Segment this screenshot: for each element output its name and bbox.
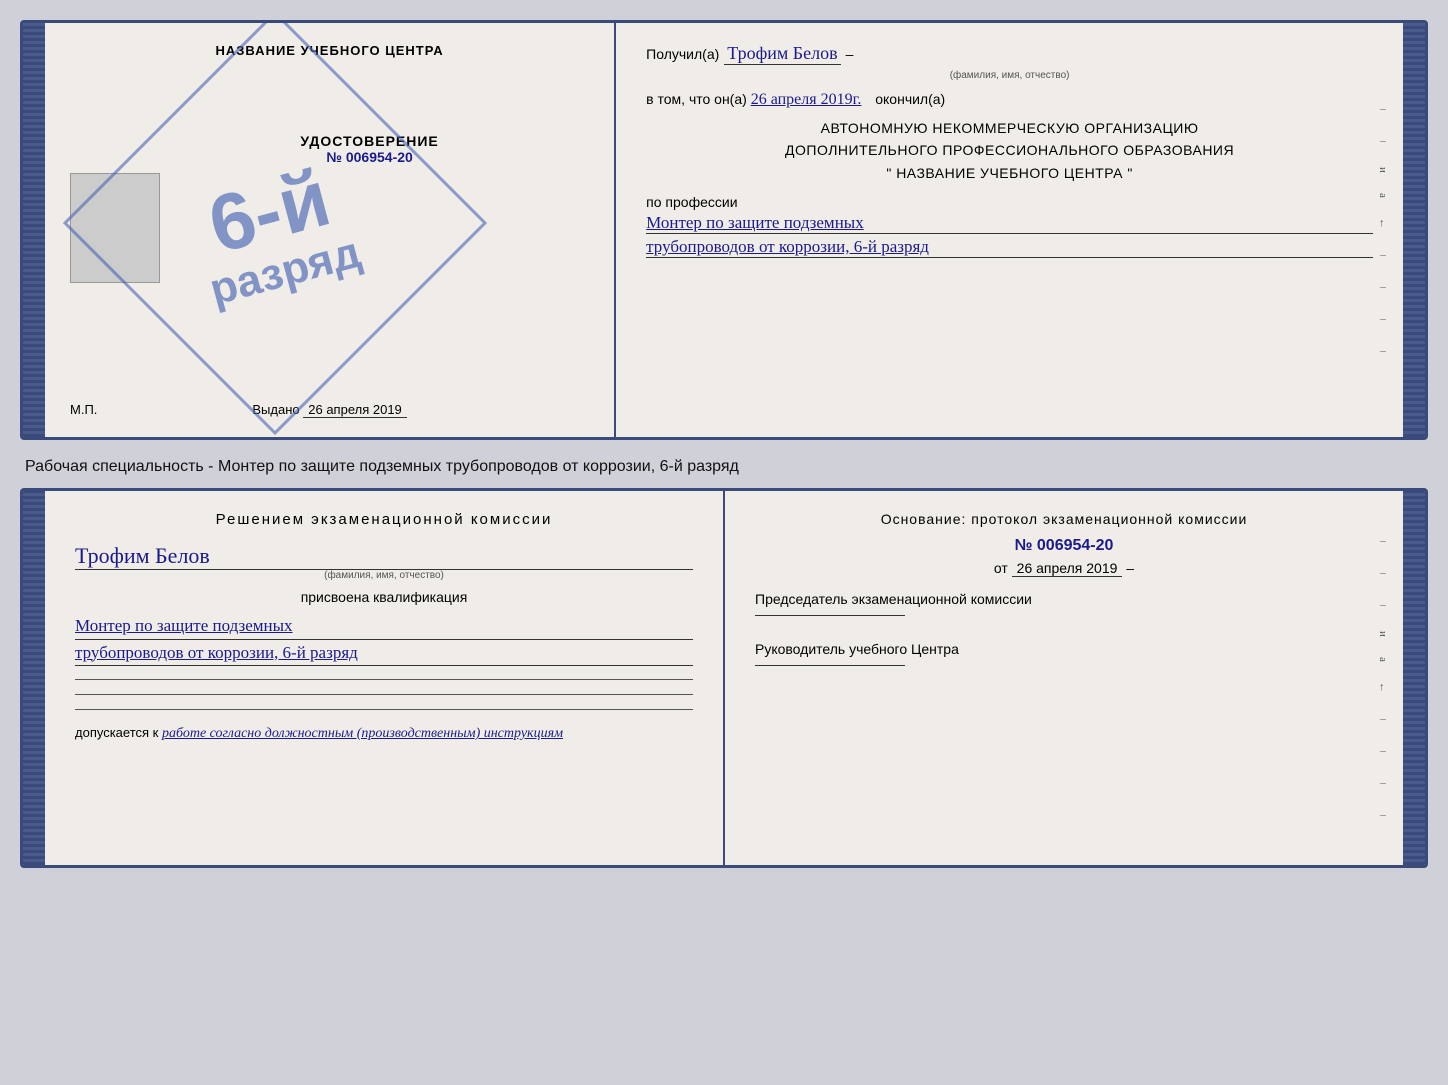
- fio-block-bottom: Трофим Белов (фамилия, имя, отчество): [75, 543, 693, 581]
- bottom-right-page: Основание: протокол экзаменационной коми…: [725, 491, 1403, 865]
- bottom-left-page: Решением экзаменационной комиссии Трофим…: [45, 491, 725, 865]
- org-line2: ДОПОЛНИТЕЛЬНОГО ПРОФЕССИОНАЛЬНОГО ОБРАЗО…: [646, 139, 1373, 161]
- vydano-label: Выдано: [252, 402, 299, 417]
- poluchil-label: Получил(a): [646, 46, 719, 62]
- dopuskaetsya-label: допускается к: [75, 725, 158, 740]
- dopuskaetsya-block: допускается к работе согласно должностны…: [75, 725, 693, 742]
- top-left-page: НАЗВАНИЕ УЧЕБНОГО ЦЕНТРА УДОСТОВЕРЕНИЕ №…: [45, 23, 616, 437]
- dopuskaetsya-value: работе согласно должностным (производств…: [162, 726, 563, 741]
- ot-date: 26 апреля 2019: [1012, 560, 1123, 577]
- chairman-block: Председатель экзаменационной комиссии: [755, 591, 1373, 616]
- ot-dash: –: [1126, 560, 1134, 576]
- vydano-block: Выдано 26 апреля 2019: [252, 242, 406, 417]
- protocol-number: № 006954-20: [755, 537, 1373, 555]
- prisvoena-label: присвоена квалификация: [75, 589, 693, 605]
- left-texture-strip: [23, 23, 45, 437]
- poluchil-line: Получил(a) Трофим Белов –: [646, 43, 1373, 65]
- profession-line2-top: трубопроводов от коррозии, 6-й разряд: [646, 237, 1373, 258]
- udostoverenie-block: УДОСТОВЕРЕНИЕ № 006954-20: [300, 133, 438, 165]
- caption-text: Рабочая специальность - Монтер по защите…: [20, 450, 1428, 478]
- resheniem-title: Решением экзаменационной комиссии: [75, 511, 693, 528]
- top-certificate: НАЗВАНИЕ УЧЕБНОГО ЦЕНТРА УДОСТОВЕРЕНИЕ №…: [20, 20, 1428, 440]
- okonchil-label: окончил(а): [875, 91, 945, 107]
- bottom-certificate: Решением экзаменационной комиссии Трофим…: [20, 488, 1428, 868]
- left-texture-strip-bottom: [23, 491, 45, 865]
- blank-line-2: [75, 694, 693, 695]
- institution-name-top: НАЗВАНИЕ УЧЕБНОГО ЦЕНТРА: [216, 43, 444, 58]
- ot-label: от: [994, 560, 1008, 576]
- fio-subtitle-bottom: (фамилия, имя, отчество): [75, 570, 693, 581]
- org-block: АВТОНОМНУЮ НЕКОММЕРЧЕСКУЮ ОРГАНИЗАЦИЮ ДО…: [646, 117, 1373, 184]
- qualification-line1: Монтер по защите подземных: [75, 613, 693, 640]
- page-wrapper: НАЗВАНИЕ УЧЕБНОГО ЦЕНТРА УДОСТОВЕРЕНИЕ №…: [20, 20, 1428, 868]
- fio-subtitle-top: (фамилия, имя, отчество): [646, 70, 1373, 81]
- udostoverenie-title: УДОСТОВЕРЕНИЕ: [300, 133, 438, 149]
- rukovoditel-signature-line: [755, 665, 905, 666]
- vtom-date: 26 апреля 2019г.: [751, 91, 862, 108]
- blank-lines-bottom-left: [75, 671, 693, 710]
- org-line1: АВТОНОМНУЮ НЕКОММЕРЧЕСКУЮ ОРГАНИЗАЦИЮ: [646, 117, 1373, 139]
- fio-handwritten-top: Трофим Белов: [724, 43, 840, 65]
- photo-placeholder: [70, 173, 160, 283]
- qualification-line2: трубопроводов от коррозии, 6-й разряд: [75, 640, 693, 667]
- number-label: №: [1015, 537, 1033, 554]
- po-professii-label: по профессии: [646, 194, 1373, 210]
- right-side-annotations-bottom: – – – и а ← – – – –: [1363, 491, 1403, 865]
- org-line3: " НАЗВАНИЕ УЧЕБНОГО ЦЕНТРА ": [646, 162, 1373, 184]
- blank-line-3: [75, 709, 693, 710]
- right-side-annotations: – – и а ← – – – –: [1363, 23, 1403, 437]
- right-texture-strip-top: [1403, 23, 1425, 437]
- cert-number-top: № 006954-20: [300, 149, 438, 165]
- rukovoditel-block: Руководитель учебного Центра: [755, 641, 1373, 666]
- chairman-title: Председатель экзаменационной комиссии: [755, 591, 1373, 607]
- top-right-page: Получил(a) Трофим Белов – (фамилия, имя,…: [616, 23, 1403, 437]
- ot-line: от 26 апреля 2019 –: [755, 560, 1373, 576]
- vtom-line: в том, что он(а) 26 апреля 2019г. окончи…: [646, 91, 1373, 109]
- vtom-label: в том, что он(а): [646, 91, 747, 107]
- right-texture-strip-bottom: [1403, 491, 1425, 865]
- chairman-signature-line: [755, 615, 905, 616]
- profession-line1-top: Монтер по защите подземных: [646, 213, 1373, 234]
- blank-line-1: [75, 679, 693, 680]
- osnovanie-title: Основание: протокол экзаменационной коми…: [755, 511, 1373, 527]
- mp-label: М.П.: [70, 402, 97, 417]
- dash-top: –: [846, 46, 854, 62]
- fio-handwritten-bottom: Трофим Белов: [75, 543, 693, 570]
- vydano-date-top: 26 апреля 2019: [303, 402, 407, 418]
- rukovoditel-title: Руководитель учебного Центра: [755, 641, 1373, 657]
- number-value: 006954-20: [1037, 537, 1114, 554]
